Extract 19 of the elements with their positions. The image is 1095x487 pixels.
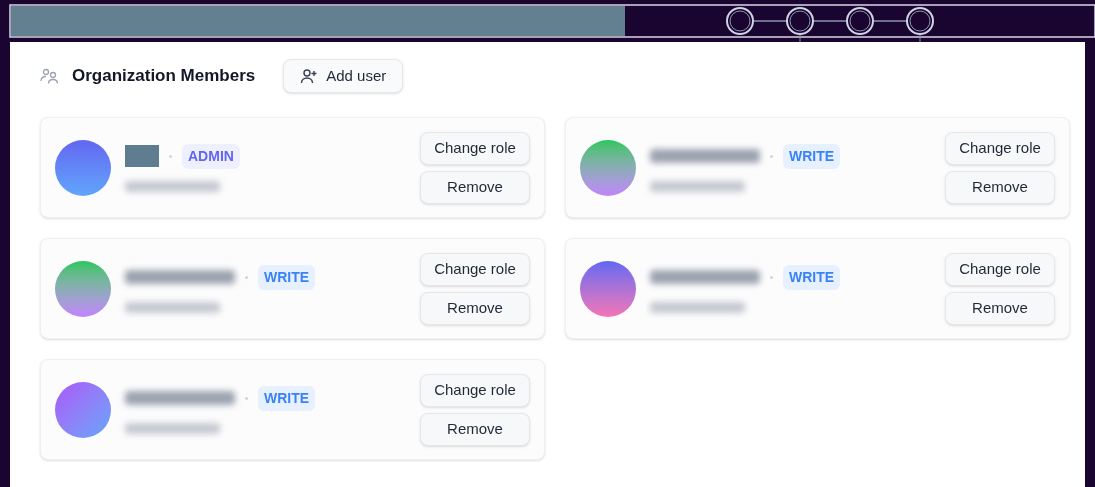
role-badge: WRITE (258, 264, 316, 290)
role-badge: WRITE (258, 385, 316, 411)
change-role-button[interactable]: Change role (420, 131, 530, 165)
remove-button[interactable]: Remove (420, 170, 530, 204)
change-role-button[interactable]: Change role (420, 252, 530, 286)
role-badge: WRITE (783, 143, 841, 169)
change-role-button[interactable]: Change role (420, 373, 530, 407)
remove-button[interactable]: Remove (420, 291, 530, 325)
add-user-icon (300, 68, 319, 84)
remove-button[interactable]: Remove (420, 412, 530, 446)
add-user-button[interactable]: Add user (283, 59, 404, 93)
role-badge: ADMIN (182, 143, 240, 169)
change-role-button[interactable]: Change role (945, 252, 1055, 286)
users-icon (40, 68, 60, 84)
remove-button[interactable]: Remove (945, 291, 1055, 325)
change-role-button[interactable]: Change role (945, 131, 1055, 165)
section-title: Organization Members (72, 65, 256, 88)
remove-button[interactable]: Remove (945, 170, 1055, 204)
role-badge: WRITE (783, 264, 841, 290)
